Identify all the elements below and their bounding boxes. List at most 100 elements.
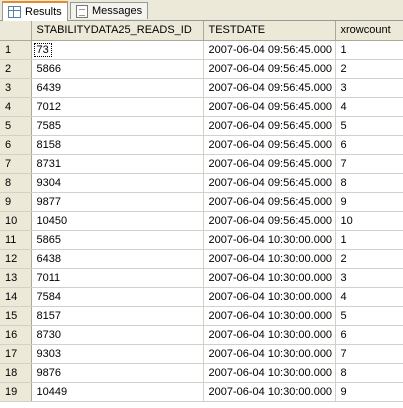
- reads-id-cell[interactable]: 8731: [31, 154, 204, 174]
- reads-id-cell[interactable]: 7011: [31, 268, 204, 288]
- reads-id-cell[interactable]: 7012: [31, 97, 204, 117]
- reads-id-cell[interactable]: 9876: [31, 363, 204, 383]
- row-number[interactable]: 9: [0, 192, 32, 212]
- table-row[interactable]: 10 10450 2007-06-04 09:56:45.000 10: [0, 211, 403, 231]
- table-row[interactable]: 17 9303 2007-06-04 10:30:00.000 7: [0, 344, 403, 364]
- xrowcount-cell[interactable]: 1: [335, 40, 403, 60]
- row-number[interactable]: 2: [0, 59, 32, 79]
- reads-id-cell[interactable]: 7585: [31, 116, 204, 136]
- testdate-cell[interactable]: 2007-06-04 10:30:00.000: [203, 344, 336, 364]
- xrowcount-cell[interactable]: 9: [335, 192, 403, 212]
- table-row[interactable]: 2 5866 2007-06-04 09:56:45.000 2: [0, 59, 403, 79]
- testdate-cell[interactable]: 2007-06-04 09:56:45.000: [203, 135, 336, 155]
- row-number[interactable]: 11: [0, 230, 32, 250]
- reads-id-cell[interactable]: 5866: [31, 59, 204, 79]
- row-number[interactable]: 16: [0, 325, 32, 345]
- row-number[interactable]: 7: [0, 154, 32, 174]
- row-number[interactable]: 10: [0, 211, 32, 231]
- row-number[interactable]: 6: [0, 135, 32, 155]
- table-row[interactable]: 13 7011 2007-06-04 10:30:00.000 3: [0, 268, 403, 288]
- xrowcount-cell[interactable]: 8: [335, 173, 403, 193]
- tab-results[interactable]: Results: [2, 1, 68, 21]
- table-row[interactable]: 15 8157 2007-06-04 10:30:00.000 5: [0, 306, 403, 326]
- table-row[interactable]: 14 7584 2007-06-04 10:30:00.000 4: [0, 287, 403, 307]
- table-row[interactable]: 12 6438 2007-06-04 10:30:00.000 2: [0, 249, 403, 269]
- table-row[interactable]: 19 10449 2007-06-04 10:30:00.000 9: [0, 382, 403, 402]
- testdate-cell[interactable]: 2007-06-04 10:30:00.000: [203, 287, 336, 307]
- row-number[interactable]: 13: [0, 268, 32, 288]
- xrowcount-cell[interactable]: 8: [335, 363, 403, 383]
- row-number[interactable]: 12: [0, 249, 32, 269]
- xrowcount-cell[interactable]: 6: [335, 325, 403, 345]
- reads-id-cell[interactable]: 10450: [31, 211, 204, 231]
- testdate-cell[interactable]: 2007-06-04 10:30:00.000: [203, 382, 336, 402]
- table-row[interactable]: 11 5865 2007-06-04 10:30:00.000 1: [0, 230, 403, 250]
- reads-id-cell[interactable]: 9303: [31, 344, 204, 364]
- row-number[interactable]: 4: [0, 97, 32, 117]
- row-number[interactable]: 17: [0, 344, 32, 364]
- reads-id-cell[interactable]: 8730: [31, 325, 204, 345]
- table-row[interactable]: 6 8158 2007-06-04 09:56:45.000 6: [0, 135, 403, 155]
- row-number[interactable]: 8: [0, 173, 32, 193]
- xrowcount-cell[interactable]: 2: [335, 59, 403, 79]
- xrowcount-cell[interactable]: 4: [335, 287, 403, 307]
- testdate-cell[interactable]: 2007-06-04 10:30:00.000: [203, 230, 336, 250]
- row-number[interactable]: 15: [0, 306, 32, 326]
- xrowcount-cell[interactable]: 5: [335, 116, 403, 136]
- reads-id-cell[interactable]: 9304: [31, 173, 204, 193]
- row-number[interactable]: 19: [0, 382, 32, 402]
- reads-id-cell[interactable]: 5865: [31, 230, 204, 250]
- reads-id-cell[interactable]: 10449: [31, 382, 204, 402]
- testdate-cell[interactable]: 2007-06-04 10:30:00.000: [203, 268, 336, 288]
- xrowcount-cell[interactable]: 9: [335, 382, 403, 402]
- table-row[interactable]: 9 9877 2007-06-04 09:56:45.000 9: [0, 192, 403, 212]
- row-number[interactable]: 18: [0, 363, 32, 383]
- xrowcount-cell[interactable]: 1: [335, 230, 403, 250]
- xrowcount-cell[interactable]: 10: [335, 211, 403, 231]
- xrowcount-cell[interactable]: 6: [335, 135, 403, 155]
- testdate-cell[interactable]: 2007-06-04 10:30:00.000: [203, 306, 336, 326]
- testdate-cell[interactable]: 2007-06-04 09:56:45.000: [203, 154, 336, 174]
- reads-id-cell[interactable]: 73: [31, 40, 204, 60]
- xrowcount-cell[interactable]: 2: [335, 249, 403, 269]
- testdate-cell[interactable]: 2007-06-04 09:56:45.000: [203, 59, 336, 79]
- reads-id-cell[interactable]: 6438: [31, 249, 204, 269]
- table-row[interactable]: 1 73 2007-06-04 09:56:45.000 1: [0, 40, 403, 60]
- table-row[interactable]: 3 6439 2007-06-04 09:56:45.000 3: [0, 78, 403, 98]
- column-header-testdate[interactable]: TESTDATE: [203, 21, 336, 41]
- table-row[interactable]: 18 9876 2007-06-04 10:30:00.000 8: [0, 363, 403, 383]
- row-number[interactable]: 1: [0, 40, 32, 60]
- column-header-stabilitydata25-reads-id[interactable]: STABILITYDATA25_READS_ID: [31, 21, 204, 41]
- tab-messages[interactable]: Messages: [70, 2, 149, 19]
- table-row[interactable]: 8 9304 2007-06-04 09:56:45.000 8: [0, 173, 403, 193]
- row-number[interactable]: 14: [0, 287, 32, 307]
- row-number[interactable]: 5: [0, 116, 32, 136]
- xrowcount-cell[interactable]: 3: [335, 268, 403, 288]
- table-row[interactable]: 16 8730 2007-06-04 10:30:00.000 6: [0, 325, 403, 345]
- xrowcount-cell[interactable]: 3: [335, 78, 403, 98]
- testdate-cell[interactable]: 2007-06-04 10:30:00.000: [203, 363, 336, 383]
- testdate-cell[interactable]: 2007-06-04 09:56:45.000: [203, 78, 336, 98]
- reads-id-cell[interactable]: 8158: [31, 135, 204, 155]
- testdate-cell[interactable]: 2007-06-04 09:56:45.000: [203, 116, 336, 136]
- testdate-cell[interactable]: 2007-06-04 10:30:00.000: [203, 325, 336, 345]
- testdate-cell[interactable]: 2007-06-04 10:30:00.000: [203, 249, 336, 269]
- testdate-cell[interactable]: 2007-06-04 09:56:45.000: [203, 192, 336, 212]
- testdate-cell[interactable]: 2007-06-04 09:56:45.000: [203, 40, 336, 60]
- testdate-cell[interactable]: 2007-06-04 09:56:45.000: [203, 97, 336, 117]
- row-number-header[interactable]: [0, 21, 32, 41]
- testdate-cell[interactable]: 2007-06-04 09:56:45.000: [203, 211, 336, 231]
- table-row[interactable]: 7 8731 2007-06-04 09:56:45.000 7: [0, 154, 403, 174]
- xrowcount-cell[interactable]: 7: [335, 154, 403, 174]
- reads-id-cell[interactable]: 7584: [31, 287, 204, 307]
- xrowcount-cell[interactable]: 4: [335, 97, 403, 117]
- testdate-cell[interactable]: 2007-06-04 09:56:45.000: [203, 173, 336, 193]
- reads-id-cell[interactable]: 6439: [31, 78, 204, 98]
- xrowcount-cell[interactable]: 7: [335, 344, 403, 364]
- column-header-xrowcount[interactable]: xrowcount: [335, 21, 403, 41]
- table-row[interactable]: 4 7012 2007-06-04 09:56:45.000 4: [0, 97, 403, 117]
- reads-id-cell[interactable]: 8157: [31, 306, 204, 326]
- xrowcount-cell[interactable]: 5: [335, 306, 403, 326]
- table-row[interactable]: 5 7585 2007-06-04 09:56:45.000 5: [0, 116, 403, 136]
- row-number[interactable]: 3: [0, 78, 32, 98]
